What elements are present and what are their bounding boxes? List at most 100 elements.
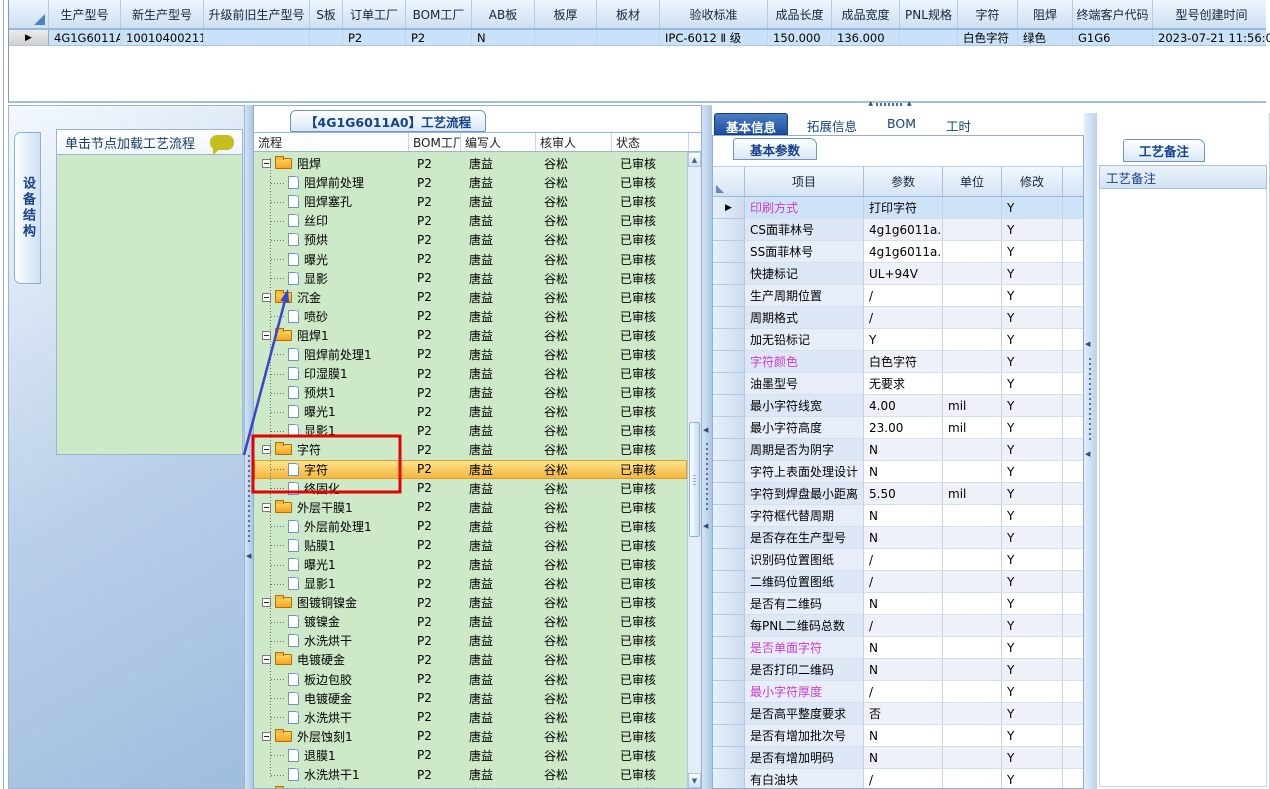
param-row[interactable]: 快捷标记 UL+94V Y: [713, 263, 1083, 285]
tree-row[interactable]: 退膜1 P2 唐益 谷松 已审核: [254, 746, 687, 765]
param-row-header[interactable]: [713, 417, 745, 439]
param-row-header[interactable]: [713, 461, 745, 483]
param-row[interactable]: SS面菲林号 4g1g6011a... Y: [713, 241, 1083, 263]
column-header[interactable]: 板材: [597, 0, 660, 28]
tree-row[interactable]: 沉金 P2 唐益 谷松 已审核: [254, 288, 687, 307]
tree-row[interactable]: 显影1 P2 唐益 谷松 已审核: [254, 421, 687, 440]
tree-row[interactable]: 外层干膜2 P2唐益谷松已审核: [254, 784, 687, 788]
tab-BOM[interactable]: BOM: [876, 113, 927, 135]
column-header[interactable]: PNL规格: [900, 0, 958, 28]
row-header-cell[interactable]: ▶: [9, 30, 49, 45]
param-row-header[interactable]: [713, 329, 745, 351]
param-row[interactable]: CS面菲林号 4g1g6011a... Y: [713, 219, 1083, 241]
collapse-icon[interactable]: [262, 159, 271, 169]
tree-row[interactable]: 显影1 P2 唐益 谷松 已审核: [254, 574, 687, 593]
tree-row[interactable]: 阻焊塞孔 P2 唐益 谷松 已审核: [254, 192, 687, 211]
column-header[interactable]: 型号创建时间: [1153, 0, 1270, 28]
param-row-header[interactable]: [713, 659, 745, 681]
tree-row[interactable]: 水洗烘干 P2 唐益 谷松 已审核: [254, 631, 687, 650]
collapse-icon[interactable]: [262, 655, 271, 665]
param-row-header[interactable]: [713, 373, 745, 395]
tree-column-header[interactable]: 流程: [254, 133, 409, 151]
column-header[interactable]: AB板: [472, 0, 535, 28]
param-row[interactable]: 生产周期位置 / Y: [713, 285, 1083, 307]
param-row-header[interactable]: [713, 527, 745, 549]
param-column-header[interactable]: 单位: [943, 167, 1002, 196]
column-header[interactable]: S板: [310, 0, 343, 28]
param-row[interactable]: 是否高平整度要求否 Y: [713, 703, 1083, 725]
param-column-header[interactable]: 修改: [1002, 167, 1063, 196]
param-row[interactable]: 字符到焊盘最小距离 5.50 mil Y: [713, 483, 1083, 505]
tree-row[interactable]: 外层前处理1 P2 唐益 谷松 已审核: [254, 517, 687, 536]
tree-row[interactable]: 电镀硬金 P2 唐益 谷松 已审核: [254, 650, 687, 669]
tree-row[interactable]: 水洗烘干 P2 唐益 谷松 已审核: [254, 708, 687, 727]
param-row[interactable]: 最小字符线宽 4.00 mil Y: [713, 395, 1083, 417]
param-column-header[interactable]: 参数: [864, 167, 943, 196]
tree-row[interactable]: 图镀铜镍金 P2 唐益 谷松 已审核: [254, 593, 687, 612]
param-row[interactable]: 字符上表面处理设计 N Y: [713, 461, 1083, 483]
param-row[interactable]: 字符颜色 白色字符 Y: [713, 351, 1083, 373]
splitter-right[interactable]: ◀ ◀: [1084, 113, 1096, 789]
splitter-left[interactable]: ◀: [245, 105, 253, 789]
param-row[interactable]: 加无铅标记 Y Y: [713, 329, 1083, 351]
tree-row[interactable]: 曝光1 P2 唐益 谷松 已审核: [254, 402, 687, 421]
param-row[interactable]: 每PNL二维码总数 / Y: [713, 615, 1083, 637]
collapse-left-icon[interactable]: ◀: [703, 427, 708, 434]
tree-row[interactable]: 预烘1 P2 唐益 谷松 已审核: [254, 383, 687, 402]
param-row-header[interactable]: [713, 483, 745, 505]
param-grid-corner[interactable]: [713, 167, 745, 196]
tree-row[interactable]: 曝光1 P2 唐益 谷松 已审核: [254, 555, 687, 574]
device-tree-area[interactable]: [56, 155, 243, 455]
param-row-header[interactable]: [713, 219, 745, 241]
tab-工时[interactable]: 工时: [935, 113, 982, 135]
param-row[interactable]: 是否有增加明码 N Y: [713, 747, 1083, 769]
param-row[interactable]: ▶ 印刷方式 打印字符 Y: [713, 197, 1083, 219]
tree-row[interactable]: 镀镍金 P2 唐益 谷松 已审核: [254, 612, 687, 631]
param-column-header[interactable]: 项目: [745, 167, 864, 196]
tab-process-notes[interactable]: 工艺备注: [1123, 139, 1206, 162]
param-row[interactable]: 有白油块 / Y: [713, 769, 1083, 788]
tree-row[interactable]: 贴膜1 P2 唐益 谷松 已审核: [254, 536, 687, 555]
tree-row[interactable]: 终固化 P2 唐益 谷松 已审核: [254, 479, 687, 498]
scroll-down-icon[interactable]: ▼: [688, 773, 701, 788]
column-header[interactable]: 阻焊: [1018, 0, 1073, 28]
param-row-header[interactable]: [713, 263, 745, 285]
collapse-icon[interactable]: [262, 445, 271, 455]
collapse-left-icon[interactable]: ◀: [246, 553, 251, 560]
tree-row[interactable]: 字符 P2 唐益 谷松 已审核: [254, 459, 687, 479]
collapse-left-icon[interactable]: ◀: [1085, 341, 1090, 348]
collapse-icon[interactable]: [262, 731, 271, 741]
param-row-header[interactable]: [713, 703, 745, 725]
tree-column-header[interactable]: 状态: [612, 133, 689, 151]
column-header[interactable]: 终端客户代码: [1073, 0, 1153, 28]
column-header[interactable]: 字符: [958, 0, 1018, 28]
tree-row[interactable]: 丝印 P2 唐益 谷松 已审核: [254, 211, 687, 230]
tree-row[interactable]: 外层干膜1 P2 唐益 谷松 已审核: [254, 498, 687, 517]
collapse-icon[interactable]: [262, 292, 271, 302]
param-row-header[interactable]: [713, 285, 745, 307]
collapse-left-icon[interactable]: ◀: [703, 523, 708, 530]
param-row[interactable]: 识别码位置图纸 / Y: [713, 549, 1083, 571]
param-row-header[interactable]: [713, 395, 745, 417]
select-all-corner[interactable]: [9, 0, 49, 28]
tree-column-header[interactable]: 编写人: [461, 133, 536, 151]
tree-row[interactable]: 板边包胶 P2 唐益 谷松 已审核: [254, 670, 687, 689]
column-header[interactable]: 生产型号: [49, 0, 121, 28]
tree-row[interactable]: 显影 P2 唐益 谷松 已审核: [254, 269, 687, 288]
param-row-header[interactable]: [713, 615, 745, 637]
param-row-header[interactable]: [713, 681, 745, 703]
tree-row[interactable]: 水洗烘干1 P2 唐益 谷松 已审核: [254, 765, 687, 784]
param-row[interactable]: 周期格式 / Y: [713, 307, 1083, 329]
tree-row[interactable]: 曝光 P2 唐益 谷松 已审核: [254, 249, 687, 268]
param-row-header[interactable]: [713, 769, 745, 788]
column-header[interactable]: 升级前旧生产型号: [204, 0, 310, 28]
tree-row[interactable]: 字符 P2 唐益 谷松 已审核: [254, 440, 687, 459]
param-row-header[interactable]: [713, 307, 745, 329]
column-header[interactable]: 成品长度: [768, 0, 832, 28]
param-row[interactable]: 油墨型号 无要求 Y: [713, 373, 1083, 395]
process-notes-body[interactable]: [1099, 189, 1267, 787]
param-row[interactable]: 是否单面字符 N Y: [713, 637, 1083, 659]
param-row[interactable]: 二维码位置图纸 / Y: [713, 571, 1083, 593]
param-row[interactable]: 周期是否为阴字 N Y: [713, 439, 1083, 461]
param-row-header[interactable]: [713, 637, 745, 659]
